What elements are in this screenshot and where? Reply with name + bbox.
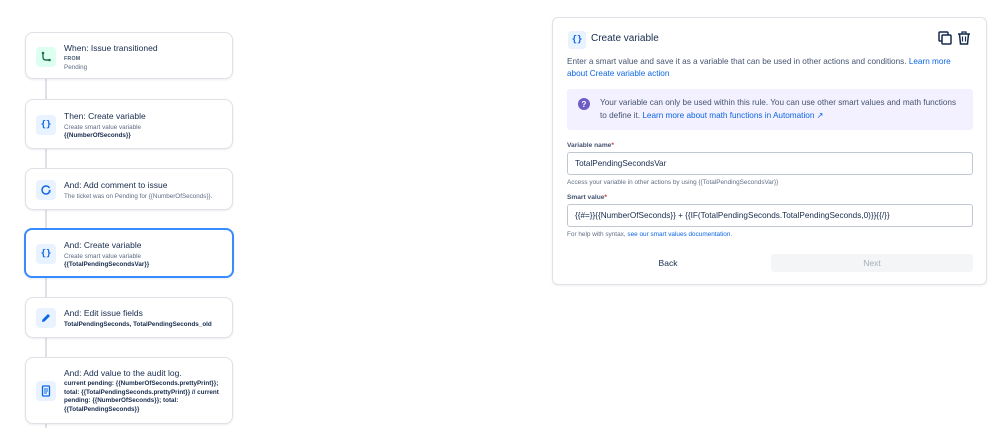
card-title: And: Create variable [64, 240, 142, 250]
flow-card-edit-issue-fields[interactable]: And: Edit issue fields TotalPendingSecon… [25, 297, 233, 338]
branch-icon [36, 47, 56, 67]
description-text: Enter a smart value and save it as a var… [567, 57, 909, 66]
flow-card-audit-log[interactable]: And: Add value to the audit log. current… [25, 357, 233, 424]
next-button[interactable]: Next [771, 254, 973, 272]
variable-name-helper: Access your variable in other actions by… [567, 179, 779, 186]
card-title: When: Issue transitioned [64, 43, 158, 53]
card-detail: {{NumberOfSeconds}} [64, 132, 131, 139]
document-icon [36, 381, 56, 401]
card-title: And: Edit issue fields [64, 308, 143, 318]
create-variable-panel: {} Create variable Enter a smart value a… [552, 17, 987, 285]
rule-flow: When: Issue transitioned FROM Pending {}… [0, 0, 300, 428]
question-icon: ? [578, 98, 590, 110]
card-subtitle: Create smart value variable [64, 124, 141, 131]
card-subtitle: The ticket was on Pending for {{NumberOf… [64, 193, 213, 200]
smart-value-label: Smart value* [567, 194, 607, 201]
card-detail: TotalPendingSeconds, TotalPendingSeconds… [64, 321, 212, 328]
pencil-icon [36, 308, 56, 328]
card-title: And: Add value to the audit log. [64, 368, 182, 378]
flow-card-add-comment[interactable]: And: Add comment to issue The ticket was… [25, 168, 233, 210]
back-button[interactable]: Back [567, 254, 769, 272]
card-title: And: Add comment to issue [64, 180, 168, 190]
card-subtitle: Create smart value variable [64, 253, 141, 260]
curly-braces-icon: {} [36, 115, 56, 135]
copy-icon[interactable] [937, 30, 953, 46]
variable-name-label-text: Variable name [567, 142, 612, 149]
smart-values-docs-link[interactable]: see our smart values documentation. [627, 231, 732, 238]
panel-title: Create variable [591, 33, 659, 44]
variable-name-label: Variable name* [567, 142, 614, 149]
comment-arrow-icon [36, 180, 56, 200]
curly-braces-icon: {} [36, 244, 56, 264]
learn-more-math-functions-link[interactable]: Learn more about math functions in Autom… [642, 111, 823, 120]
card-from-label: FROM [64, 56, 81, 62]
flow-card-create-variable-1[interactable]: {} Then: Create variable Create smart va… [25, 99, 233, 149]
smart-value-helper: For help with syntax, see our smart valu… [567, 231, 732, 238]
flow-card-trigger[interactable]: When: Issue transitioned FROM Pending [25, 32, 233, 79]
smart-value-input[interactable]: {{#=}}{{NumberOfSeconds}} + {{IF(TotalPe… [567, 204, 973, 227]
required-marker: * [604, 194, 607, 201]
info-text: Your variable can only be used within th… [600, 97, 965, 122]
smart-value-label-text: Smart value [567, 194, 605, 201]
card-detail: current pending: {{NumberOfSeconds.prett… [64, 380, 219, 413]
panel-description: Enter a smart value and save it as a var… [567, 56, 972, 80]
card-title: Then: Create variable [64, 111, 146, 121]
variable-name-input[interactable]: TotalPendingSecondsVar [567, 152, 973, 175]
curly-braces-icon: {} [568, 31, 586, 49]
info-section-message: ? Your variable can only be used within … [567, 89, 973, 130]
trash-icon[interactable] [956, 30, 972, 46]
card-detail: {{TotalPendingSecondsVar}} [64, 261, 150, 268]
smart-value-helper-text: For help with syntax, [567, 231, 628, 238]
flow-card-create-variable-2[interactable]: {} And: Create variable Create smart val… [24, 228, 234, 278]
card-from-value: Pending [64, 64, 88, 71]
required-marker: * [611, 142, 614, 149]
